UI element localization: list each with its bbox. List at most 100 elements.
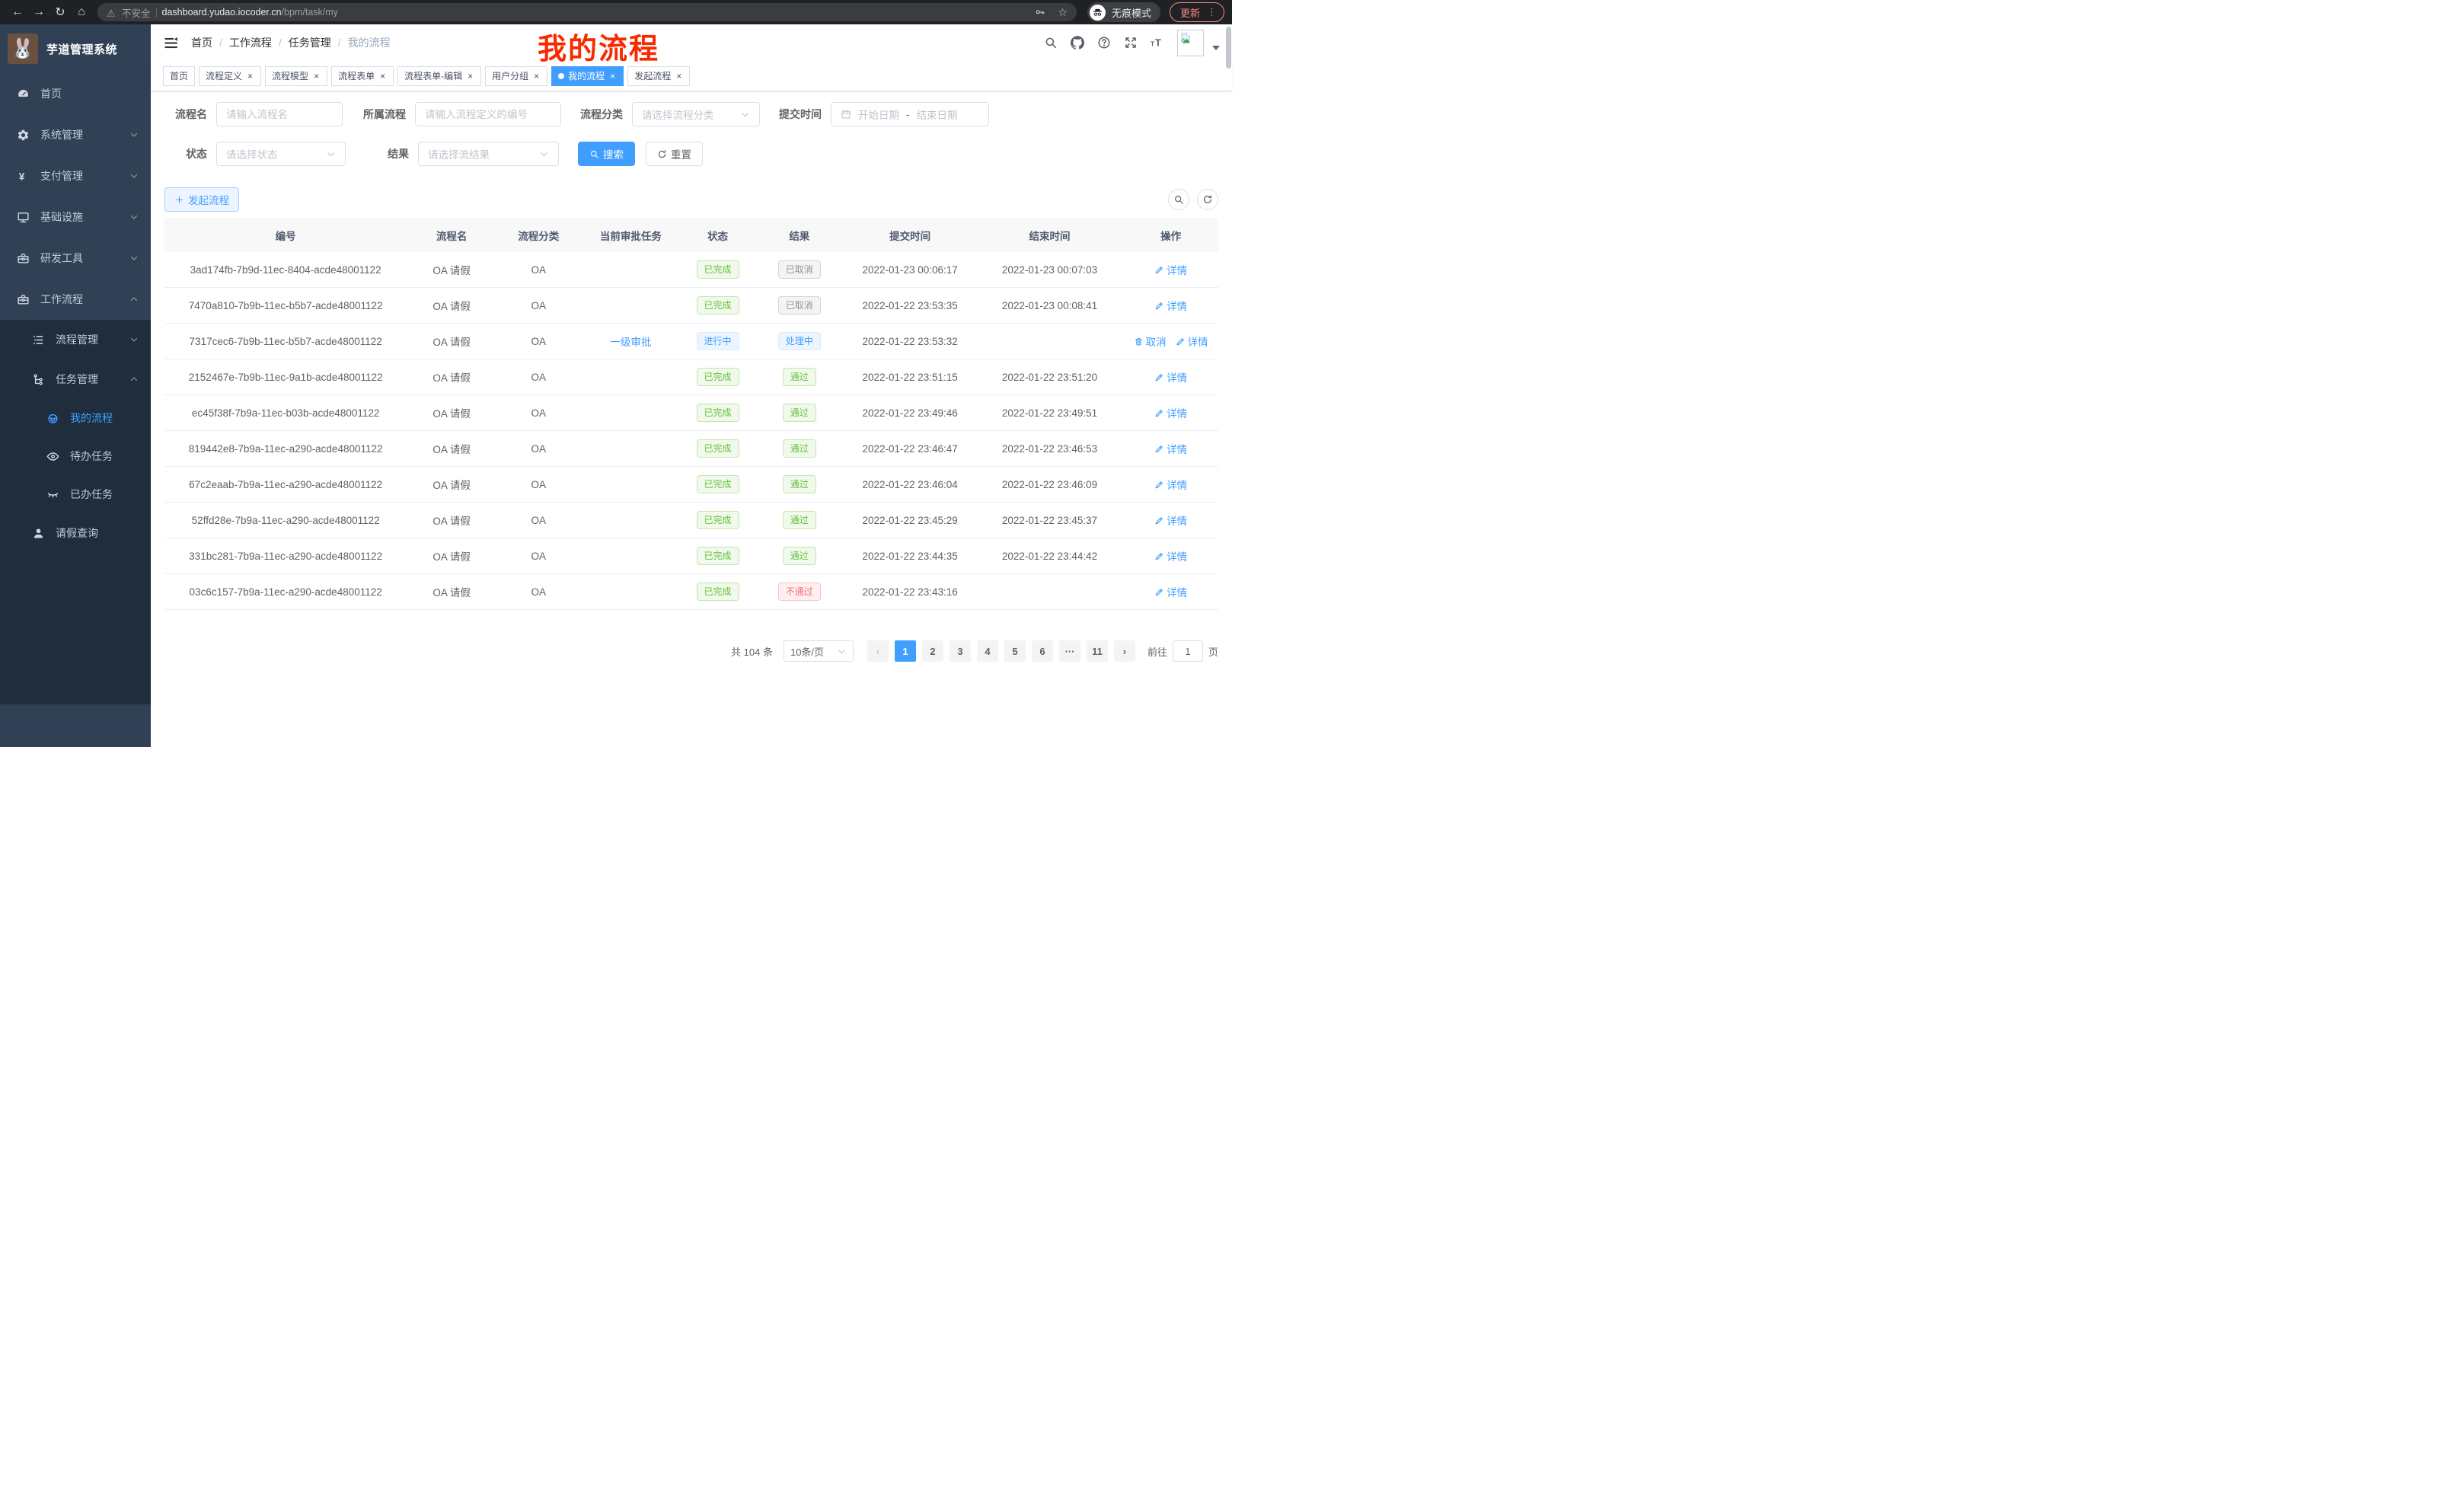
close-icon[interactable]: × [675,71,683,81]
close-icon[interactable]: × [608,71,617,81]
tab-5[interactable]: 用户分组× [485,66,547,86]
sidebar-collapse-icon[interactable] [163,35,179,51]
page-button-11[interactable]: 11 [1087,640,1108,662]
edit-icon [1154,408,1164,418]
detail-button[interactable]: 详情 [1154,262,1187,277]
close-icon[interactable]: × [378,71,387,81]
result-badge: 不通过 [778,583,821,601]
scrollbar-thumb[interactable] [1226,27,1231,69]
avatar[interactable] [1177,30,1204,56]
breadcrumb-item[interactable]: 任务管理 [289,35,331,50]
avatar-caret-icon[interactable] [1212,46,1220,50]
cell-category: OA [496,586,581,598]
status-badge: 已完成 [697,439,739,458]
cell-submit-time: 2022-01-22 23:53:35 [844,300,976,311]
close-icon[interactable]: × [532,71,541,81]
page-button-2[interactable]: 2 [922,640,943,662]
prev-page-button[interactable]: ‹ [867,640,889,662]
sidebar-subitem-4[interactable]: 已办任务 [0,475,151,513]
cell-id: 819442e8-7b9a-11ec-a290-acde48001122 [164,443,407,455]
date-range-picker[interactable]: 开始日期 - 结束日期 [831,102,989,126]
sidebar-item-0[interactable]: 首页 [0,73,151,114]
detail-button[interactable]: 详情 [1154,298,1187,313]
help-icon[interactable] [1097,36,1111,49]
column-header-4: 状态 [681,228,755,243]
category-select[interactable]: 请选择流程分类 [632,102,760,126]
page-button-6[interactable]: 6 [1032,640,1053,662]
browser-forward-icon[interactable]: → [29,2,49,22]
start-process-button[interactable]: 发起流程 [164,187,239,212]
sidebar-subitem-1[interactable]: 任务管理 [0,359,151,399]
search-button[interactable]: 搜索 [578,142,635,166]
sidebar-subitem-2[interactable]: 我的流程 [0,399,151,437]
detail-button[interactable]: 详情 [1154,405,1187,420]
detail-button[interactable]: 详情 [1154,548,1187,563]
browser-back-icon[interactable]: ← [8,2,27,22]
status-select[interactable]: 请选择状态 [216,142,346,166]
sidebar-subitem-3[interactable]: 待办任务 [0,437,151,475]
detail-button[interactable]: 详情 [1154,512,1187,528]
edit-icon [1154,265,1164,275]
page-size-select[interactable]: 10条/页 [784,640,854,662]
detail-button[interactable]: 详情 [1176,334,1208,349]
broken-image-icon [1179,32,1192,44]
result-badge: 处理中 [778,332,821,350]
cell-actions: 详情 [1123,262,1218,277]
page-button-5[interactable]: 5 [1004,640,1026,662]
process-name-input[interactable] [216,102,343,126]
tab-6[interactable]: 我的流程× [551,66,624,86]
browser-update-button[interactable]: 更新 ⋮ [1170,2,1224,22]
row-actions: 详情 [1154,405,1187,420]
detail-button[interactable]: 详情 [1154,369,1187,385]
close-icon[interactable]: × [246,71,254,81]
page-button-3[interactable]: 3 [950,640,971,662]
refresh-table-button[interactable] [1197,189,1218,210]
detail-button[interactable]: 详情 [1154,584,1187,599]
detail-button[interactable]: 详情 [1154,477,1187,492]
browser-home-icon[interactable]: ⌂ [72,2,91,22]
toggle-search-button[interactable] [1168,189,1189,210]
more-pages-button[interactable]: ··· [1059,640,1080,662]
fullscreen-icon[interactable] [1124,36,1138,49]
detail-button[interactable]: 详情 [1154,441,1187,456]
browser-reload-icon[interactable]: ↻ [50,2,70,22]
tab-7[interactable]: 发起流程× [627,66,690,86]
breadcrumb-item[interactable]: 首页 [191,35,212,50]
sidebar-item-5[interactable]: 工作流程 [0,279,151,320]
tab-1[interactable]: 流程定义× [199,66,261,86]
key-icon[interactable] [1035,7,1045,18]
sidebar-item-3[interactable]: 基础设施 [0,196,151,238]
sidebar-subitem-0[interactable]: 流程管理 [0,320,151,359]
font-size-icon[interactable]: TT [1151,36,1164,49]
result-select[interactable]: 请选择流结果 [418,142,559,166]
search-icon[interactable] [1044,36,1058,49]
task-link[interactable]: 一级审批 [610,334,651,349]
page-button-1[interactable]: 1 [895,640,916,662]
close-icon[interactable]: × [466,71,474,81]
process-definition-input[interactable] [415,102,561,126]
close-icon[interactable]: × [312,71,321,81]
search-icon [589,149,599,159]
github-icon[interactable] [1071,36,1084,49]
cell-result: 已取消 [755,260,844,279]
bookmark-star-icon[interactable]: ☆ [1058,6,1068,19]
next-page-button[interactable]: › [1114,640,1135,662]
sidebar-item-4[interactable]: 研发工具 [0,238,151,279]
cell-result: 处理中 [755,332,844,350]
cancel-button[interactable]: 取消 [1134,334,1167,349]
column-header-3: 当前审批任务 [581,228,681,243]
tab-4[interactable]: 流程表单-编辑× [397,66,481,86]
goto-page-input[interactable] [1173,640,1203,662]
tab-0[interactable]: 首页 [163,66,195,86]
navbar: 首页/工作流程/任务管理/我的流程 我的流程 TT [151,24,1232,61]
sidebar-item-1[interactable]: 系统管理 [0,114,151,155]
breadcrumb-item[interactable]: 工作流程 [229,35,272,50]
address-bar[interactable]: ⚠ 不安全 dashboard.yudao.iocoder.cn/bpm/tas… [97,3,1077,21]
browser-menu-icon[interactable]: ⋮ [1207,6,1217,18]
reset-button[interactable]: 重置 [646,142,703,166]
page-button-4[interactable]: 4 [977,640,998,662]
sidebar-item-2[interactable]: ¥支付管理 [0,155,151,196]
sidebar-subitem-5[interactable]: 请假查询 [0,513,151,553]
tab-2[interactable]: 流程模型× [265,66,327,86]
tab-3[interactable]: 流程表单× [331,66,394,86]
